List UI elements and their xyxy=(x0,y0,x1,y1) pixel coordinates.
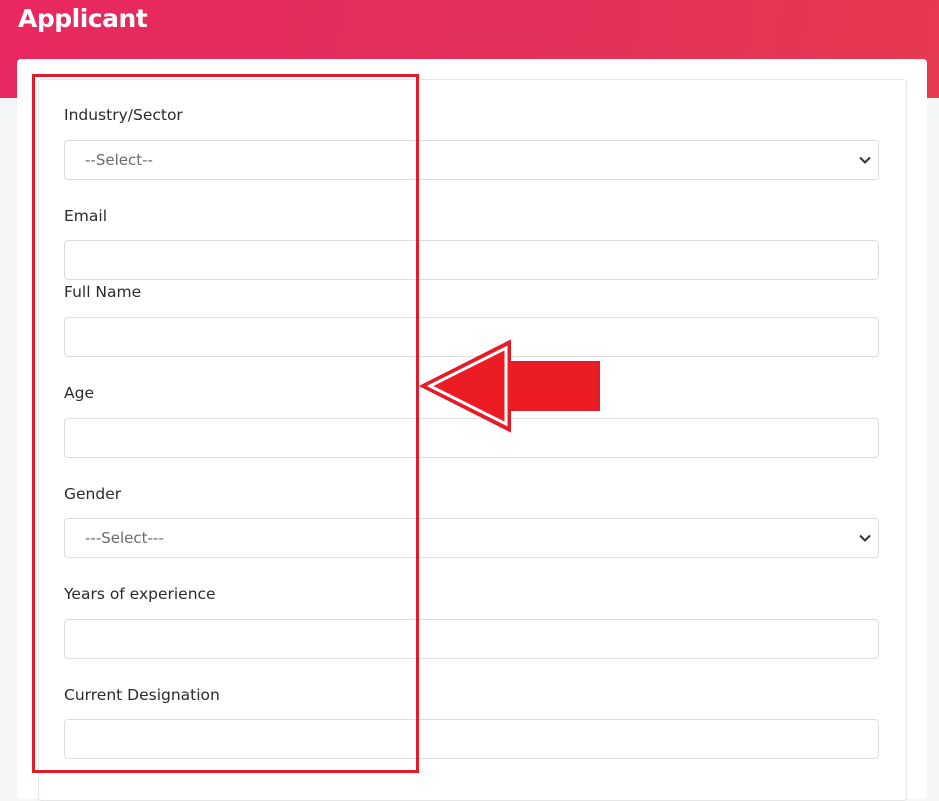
page-title: Applicant xyxy=(18,4,148,33)
chevron-down-icon xyxy=(859,534,871,542)
annotation-highlight-box xyxy=(32,74,419,773)
chevron-down-icon xyxy=(859,156,871,164)
left-arrow-icon xyxy=(418,339,600,433)
